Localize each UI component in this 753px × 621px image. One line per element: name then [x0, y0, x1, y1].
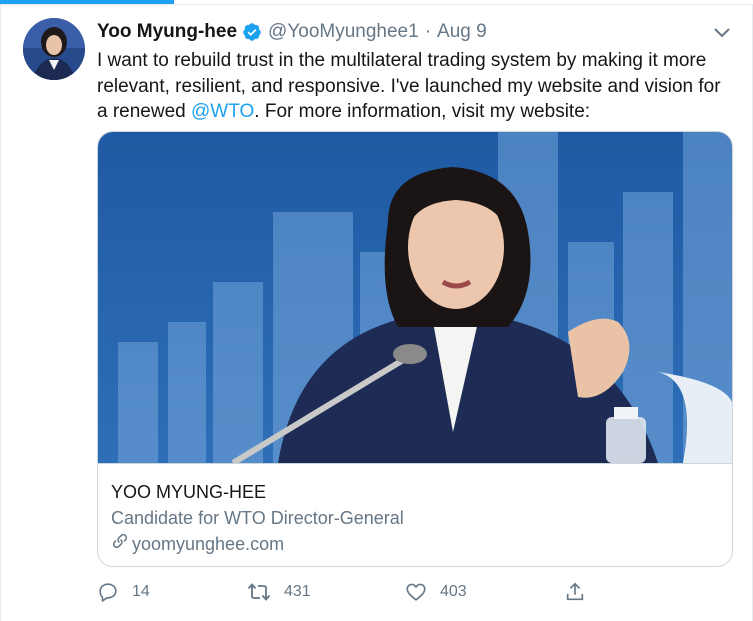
tweet-header: Yoo Myung-hee @YooMyunghee1 · Aug 9	[97, 19, 487, 45]
tweet-actions: 14 431 403	[97, 580, 597, 604]
like-button[interactable]: 403	[405, 580, 467, 604]
tweet-text-part: . For more information, visit my website…	[254, 101, 591, 122]
verified-badge-icon	[242, 22, 262, 42]
tweet[interactable]: Yoo Myung-hee @YooMyunghee1 · Aug 9 I wa…	[0, 5, 753, 621]
timestamp[interactable]: Aug 9	[437, 21, 487, 43]
reply-count: 14	[132, 583, 150, 600]
retweet-count: 431	[284, 583, 311, 600]
link-card[interactable]: YOO MYUNG-HEE Candidate for WTO Director…	[97, 131, 733, 567]
tweet-text: I want to rebuild trust in the multilate…	[97, 48, 733, 125]
retweet-icon	[247, 583, 271, 601]
like-count: 403	[440, 583, 467, 600]
card-url-text[interactable]: yoomyunghee.com	[132, 531, 284, 557]
avatar[interactable]	[23, 18, 85, 80]
share-icon	[566, 582, 584, 601]
handle[interactable]: @YooMyunghee1	[268, 21, 419, 43]
retweet-button[interactable]: 431	[247, 580, 311, 604]
separator: ·	[424, 21, 432, 42]
display-name[interactable]: Yoo Myung-hee	[97, 21, 237, 43]
card-description: Candidate for WTO Director-General	[111, 508, 404, 528]
heart-icon	[406, 583, 426, 601]
reply-icon	[99, 583, 117, 602]
link-icon	[111, 531, 132, 557]
mention-link[interactable]: @WTO	[191, 101, 254, 122]
card-title[interactable]: YOO MYUNG-HEE	[111, 480, 732, 505]
card-image[interactable]	[98, 132, 732, 466]
reply-button[interactable]: 14	[97, 580, 150, 604]
share-button[interactable]	[564, 580, 599, 604]
card-body[interactable]: YOO MYUNG-HEE Candidate for WTO Director…	[98, 463, 732, 566]
chevron-down-icon[interactable]	[712, 23, 732, 43]
card-url[interactable]: yoomyunghee.com	[111, 531, 732, 557]
